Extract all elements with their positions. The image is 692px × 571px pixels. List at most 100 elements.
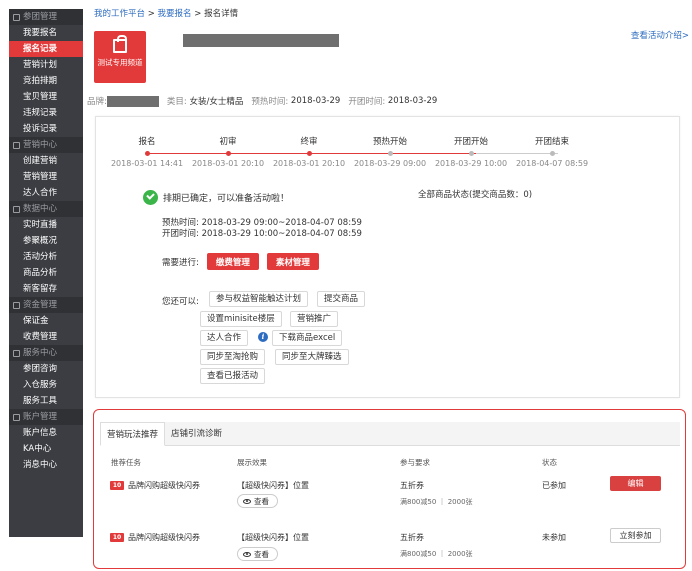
table-row: 10 品牌闪购超级快闪券 <box>110 532 200 543</box>
promotion-button[interactable]: 营销推广 <box>290 311 339 327</box>
group-icon <box>13 13 20 21</box>
info-icon[interactable]: i <box>258 332 268 342</box>
sidebar-item-warehouse[interactable]: 入仓服务 <box>9 377 83 393</box>
sidebar-item-overview[interactable]: 参聚概况 <box>9 233 83 249</box>
step-dot-icon <box>144 151 150 156</box>
download-excel-button[interactable]: 下载商品excel <box>272 330 343 346</box>
sidebar-item-marketing-plan[interactable]: 营销计划 <box>9 57 83 73</box>
breadcrumb: 我的工作平台 > 我要报名 > 报名详情 <box>94 9 239 19</box>
display-effect: 【超级快闪券】位置 <box>237 481 309 490</box>
sync-brand-select-button[interactable]: 同步至大牌臻选 <box>275 349 349 365</box>
sidebar-item-account-info[interactable]: 账户信息 <box>9 425 83 441</box>
group-icon <box>13 413 20 421</box>
timeline-step: 开团开始 2018-03-29 10:00 <box>434 137 508 168</box>
breadcrumb-current: 报名详情 <box>204 9 239 19</box>
material-management-button[interactable]: 素材管理 <box>266 253 319 270</box>
sidebar-item-ka-center[interactable]: KA中心 <box>9 441 83 457</box>
edit-button[interactable]: 编辑 <box>610 476 661 491</box>
sidebar: 参团管理 我要报名 报名记录 营销计划 竞拍排期 宝贝管理 违规记录 投诉记录 … <box>9 9 83 537</box>
group-icon <box>13 301 20 309</box>
step-dot-icon <box>306 151 312 156</box>
step-dot-icon <box>387 151 393 156</box>
sidebar-item-item-management[interactable]: 宝贝管理 <box>9 89 83 105</box>
step-dot-icon <box>468 151 474 156</box>
progress-timeline: 报名 2018-03-01 14:41 初审 2018-03-01 20:10 终审… <box>96 117 681 177</box>
requirement: 五折券 <box>400 481 424 490</box>
required-actions: 需要进行: 缴费管理 素材管理 <box>162 253 319 270</box>
display-effect: 【超级快闪券】位置 <box>237 533 309 542</box>
sidebar-item-consult[interactable]: 参团咨询 <box>9 361 83 377</box>
influencer-button[interactable]: 达人合作 <box>200 330 249 346</box>
sidebar-group-participate: 参团管理 <box>9 9 83 25</box>
timeline-step: 报名 2018-03-01 14:41 <box>110 137 184 168</box>
timeline-step: 初审 2018-03-01 20:10 <box>191 137 265 168</box>
timeline-step: 终审 2018-03-01 20:10 <box>272 137 346 168</box>
tab-traffic-diagnosis[interactable]: 店铺引流诊断 <box>165 422 228 446</box>
sidebar-item-fees[interactable]: 收费管理 <box>9 329 83 345</box>
fee-management-button[interactable]: 缴费管理 <box>206 253 259 270</box>
flash-coupon-icon: 10 <box>110 481 124 490</box>
group-icon <box>13 205 20 213</box>
sidebar-item-activity-analysis[interactable]: 活动分析 <box>9 249 83 265</box>
eye-icon <box>243 498 251 504</box>
timeline-step: 开团结束 2018-04-07 08:59 <box>515 137 589 168</box>
sidebar-item-product-analysis[interactable]: 商品分析 <box>9 265 83 281</box>
sidebar-item-signup[interactable]: 我要报名 <box>9 25 83 41</box>
sidebar-item-auction-schedule[interactable]: 竞拍排期 <box>9 73 83 89</box>
sidebar-item-create-marketing[interactable]: 创建营销 <box>9 153 83 169</box>
requirement: 五折券 <box>400 533 424 542</box>
column-header: 参与要求 <box>400 458 430 467</box>
redacted-brand <box>106 95 159 107</box>
sidebar-item-violations[interactable]: 违规记录 <box>9 105 83 121</box>
table-row: 10 品牌闪购超级快闪券 <box>110 480 200 491</box>
optional-actions-label: 您还可以: <box>162 297 199 307</box>
recommendation-tabs: 营销玩法推荐 店铺引流诊断 <box>100 422 680 446</box>
view-registered-button[interactable]: 查看已报活动 <box>200 368 266 384</box>
schedule-confirmed: 排期已确定，可以准备活动啦！ <box>143 190 289 205</box>
view-button[interactable]: 查看 <box>237 547 278 561</box>
sidebar-group-marketing: 营销中心 <box>9 137 83 153</box>
meta-row: 品牌: 类目: 女装/女士精品 预热时间: 2018-03-29 开团时间: 2… <box>87 95 438 107</box>
check-circle-icon <box>143 190 158 205</box>
shopping-bag-icon <box>113 35 127 53</box>
sidebar-group-service: 服务中心 <box>9 345 83 361</box>
sync-taoqianggou-button[interactable]: 同步至淘抢购 <box>200 349 266 365</box>
sidebar-item-deposit[interactable]: 保证金 <box>9 313 83 329</box>
sidebar-group-funds: 资金管理 <box>9 297 83 313</box>
sidebar-item-tools[interactable]: 服务工具 <box>9 393 83 409</box>
sidebar-item-retention[interactable]: 新客留存 <box>9 281 83 297</box>
column-header: 状态 <box>542 458 557 467</box>
eye-icon <box>243 551 251 557</box>
requirement-detail: 满800减50 ｜ 2000张 <box>400 498 473 506</box>
join-now-button[interactable]: 立刻参加 <box>610 528 661 543</box>
minisite-floor-button[interactable]: 设置minisite楼层 <box>200 311 282 327</box>
tab-marketing-play[interactable]: 营销玩法推荐 <box>100 422 166 446</box>
submit-goods-button[interactable]: 提交商品 <box>317 291 366 307</box>
sidebar-item-live[interactable]: 实时直播 <box>9 217 83 233</box>
channel-logo-text: 测试专用频道 <box>97 58 143 67</box>
marketing-recommendations: 营销玩法推荐 店铺引流诊断 推荐任务 展示效果 参与要求 状态 10 品牌闪购超… <box>93 409 686 569</box>
group-icon <box>13 141 20 149</box>
sidebar-item-signup-records[interactable]: 报名记录 <box>9 41 83 57</box>
activity-intro-link[interactable]: 查看活动介绍> <box>631 29 689 41</box>
breadcrumb-home[interactable]: 我的工作平台 <box>94 9 145 19</box>
registration-detail-panel: 报名 2018-03-01 14:41 初审 2018-03-01 20:10 终审… <box>95 116 680 398</box>
time-info: 预热时间: 2018-03-29 09:00~2018-04-07 08:59 … <box>162 218 362 239</box>
timeline-step: 预热开始 2018-03-29 09:00 <box>353 137 427 168</box>
sidebar-item-complaints[interactable]: 投诉记录 <box>9 121 83 137</box>
status-text: 未参加 <box>542 533 566 542</box>
sidebar-item-marketing-management[interactable]: 营销管理 <box>9 169 83 185</box>
requirement-detail: 满800减50 ｜ 2000张 <box>400 550 473 558</box>
group-icon <box>13 349 20 357</box>
flash-coupon-icon: 10 <box>110 533 124 542</box>
view-button[interactable]: 查看 <box>237 494 278 508</box>
step-dot-icon <box>549 151 555 156</box>
rights-plan-button[interactable]: 参与权益智能触达计划 <box>209 291 309 307</box>
breadcrumb-signup[interactable]: 我要报名 <box>158 9 192 19</box>
column-header: 推荐任务 <box>111 458 141 467</box>
sidebar-item-influencer[interactable]: 达人合作 <box>9 185 83 201</box>
channel-logo: 测试专用频道 <box>94 31 146 83</box>
status-text: 已参加 <box>542 481 566 490</box>
redacted-activity-name <box>183 34 339 47</box>
sidebar-item-messages[interactable]: 消息中心 <box>9 457 83 473</box>
